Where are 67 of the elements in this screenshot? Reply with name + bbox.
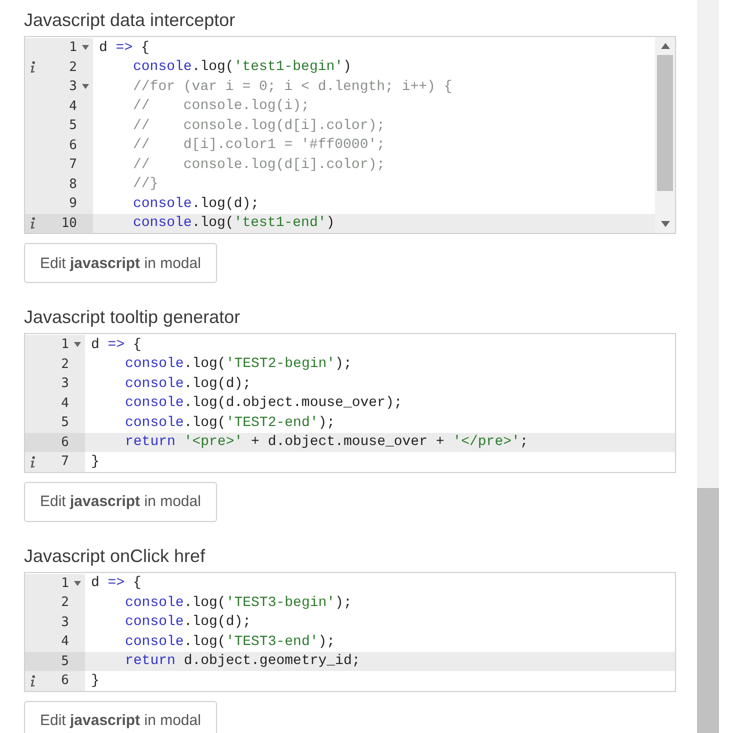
code-line: //} xyxy=(133,176,158,192)
line-number: 8 xyxy=(68,176,77,192)
line-number: 4 xyxy=(60,396,69,411)
code-line: console.log(d); xyxy=(125,614,252,630)
line-number: 4 xyxy=(60,634,69,650)
fold-icon[interactable] xyxy=(82,45,88,50)
info-icon[interactable] xyxy=(30,456,36,468)
page-scrollbar[interactable] xyxy=(697,0,719,733)
edit-javascript-button[interactable]: Edit javascript in modal xyxy=(24,482,217,522)
line-number: 1 xyxy=(68,40,77,56)
edit-javascript-button[interactable]: Edit javascript in modal xyxy=(24,243,217,283)
line-number: 1 xyxy=(60,337,69,352)
section-title: Javascript onClick href xyxy=(24,546,206,566)
line-number: 3 xyxy=(60,614,69,630)
code-line: } xyxy=(91,672,100,689)
line-number: 5 xyxy=(60,654,69,669)
line-number: 4 xyxy=(68,98,77,114)
fold-icon[interactable] xyxy=(74,580,80,586)
fold-icon[interactable] xyxy=(82,84,88,90)
line-number: 3 xyxy=(60,376,69,392)
code-line: //for (var i = 0; i < d.length; i++) { xyxy=(133,78,452,95)
code-line: // console.log(i); xyxy=(133,98,310,114)
code-line: // d[i].color1 = '#ff0000'; xyxy=(133,137,386,154)
info-icon[interactable] xyxy=(30,61,36,74)
fold-icon[interactable] xyxy=(74,342,80,348)
code-line: console.log('TEST3-end'); xyxy=(125,634,336,650)
scroll-down-icon[interactable] xyxy=(660,221,670,227)
code-line: } xyxy=(91,454,100,470)
code-editor[interactable]: 1 d => { 2 console.log('TEST2-begin'); 3 console.log(d); 4 console.log(d.object.mouse_over); 5 console.log('TEST2-end'); 6 return '<pre>' + d.object.mouse_over + '</pre>'; 7 } xyxy=(24,333,676,472)
line-number: 6 xyxy=(60,673,69,688)
code-line: return '<pre>' + d.object.mouse_over + '</pre>'; xyxy=(125,434,528,450)
line-number: 2 xyxy=(60,356,69,372)
line-number: 9 xyxy=(68,196,77,212)
code-editor[interactable]: 1 d => { 2 console.log('TEST3-begin'); 3 console.log(d); 4 console.log('TEST3-end'); 5 return d.object.geometry_id; 6 } xyxy=(24,572,676,692)
code-editor[interactable] xyxy=(24,36,676,234)
code-line: console.log('test1-end') xyxy=(133,215,335,232)
code-line: console.log('TEST2-end'); xyxy=(125,414,336,431)
code-line: d => { xyxy=(91,336,142,353)
line-number: 7 xyxy=(68,157,77,172)
code-line: return d.object.geometry_id; xyxy=(125,653,360,670)
line-number: 10 xyxy=(60,216,77,231)
line-number: 6 xyxy=(60,434,69,450)
line-number: 7 xyxy=(60,454,69,470)
code-line: console.log('TEST2-begin'); xyxy=(125,356,352,372)
code-line: console.log(d); xyxy=(133,196,260,212)
section-title: Javascript tooltip generator xyxy=(24,307,242,328)
info-icon[interactable] xyxy=(30,217,36,230)
line-number: 3 xyxy=(68,79,77,94)
section-title: Javascript data interceptor xyxy=(24,10,236,31)
code-line: console.log(d.object.mouse_over); xyxy=(125,395,402,412)
code-line: d => { xyxy=(99,40,150,56)
scroll-up-icon[interactable] xyxy=(660,43,670,49)
line-number: 1 xyxy=(60,576,69,591)
scrollbar[interactable] xyxy=(655,37,675,233)
code-line: console.log('test1-begin') xyxy=(133,59,352,76)
line-number: 6 xyxy=(68,138,77,153)
info-icon[interactable] xyxy=(30,674,36,687)
code-line: d => { xyxy=(91,575,142,592)
edit-javascript-button[interactable]: Edit javascript in modal xyxy=(24,700,217,733)
line-number: 5 xyxy=(68,118,77,134)
line-number: 2 xyxy=(68,60,77,75)
code-line: // console.log(d[i].color); xyxy=(133,118,386,134)
code-line: console.log(d); xyxy=(125,376,252,392)
line-number: 2 xyxy=(60,595,69,610)
line-number: 5 xyxy=(60,415,69,430)
code-line: console.log('TEST3-begin'); xyxy=(125,594,352,611)
code-line: // console.log(d[i].color); xyxy=(133,156,386,173)
